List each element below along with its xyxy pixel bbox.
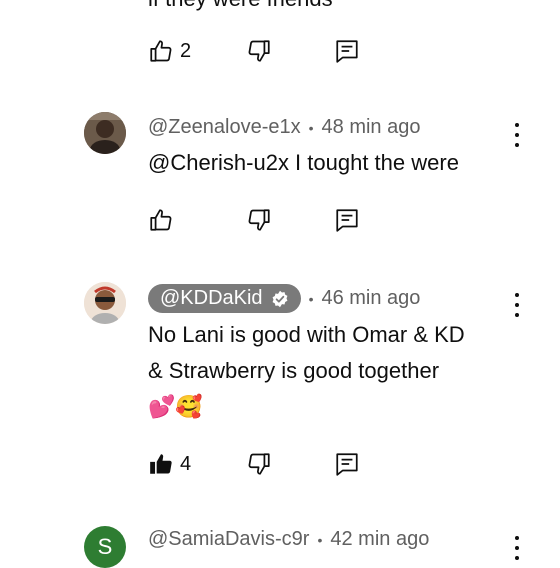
- dislike-button[interactable]: [246, 207, 272, 233]
- more-options-icon[interactable]: [513, 123, 521, 147]
- comment-emojis: 💕🥰: [148, 394, 203, 419]
- reply-icon: [336, 209, 358, 232]
- comment-meta: @SamiaDavis-c9r • 42 min ago: [148, 528, 429, 551]
- more-options-icon[interactable]: [513, 536, 521, 560]
- avatar[interactable]: S: [84, 526, 126, 568]
- comment-author[interactable]: @Zeenalove-e1x: [148, 116, 301, 139]
- reply-icon: [336, 40, 358, 63]
- comment-text: No Lani is good with Omar & KD: [148, 322, 465, 347]
- comment-time: 46 min ago: [321, 287, 421, 309]
- thumbs-up-icon: [150, 40, 172, 62]
- dislike-button[interactable]: [246, 38, 272, 64]
- verified-check-icon: [272, 290, 287, 307]
- thumbs-up-filled-icon: [150, 454, 172, 474]
- comment-text: & Strawberry is good together: [148, 358, 440, 383]
- avatar[interactable]: [84, 282, 126, 324]
- avatar-initial: S: [97, 534, 113, 559]
- more-options-icon[interactable]: [513, 293, 521, 317]
- creator-badge[interactable]: @KDDaKid: [148, 284, 301, 313]
- reply-button[interactable]: [334, 451, 360, 477]
- like-button-active[interactable]: 4: [148, 451, 191, 477]
- meta-separator: •: [308, 290, 314, 307]
- comment-time: 48 min ago: [321, 116, 421, 138]
- comment-meta: @KDDaKid • 46 min ago: [148, 284, 420, 313]
- like-button[interactable]: 2: [148, 38, 191, 64]
- reply-icon: [336, 453, 358, 476]
- comment-author[interactable]: @SamiaDavis-c9r: [148, 528, 309, 551]
- thumbs-up-icon: [150, 209, 172, 231]
- thumbs-down-icon: [248, 209, 270, 231]
- reply-button[interactable]: [334, 207, 360, 233]
- comment-author: @KDDaKid: [160, 287, 263, 309]
- avatar-photo-icon: [84, 112, 126, 154]
- avatar[interactable]: [84, 112, 126, 154]
- comment-meta: @Zeenalove-e1x • 48 min ago: [148, 116, 420, 139]
- dislike-button[interactable]: [246, 451, 272, 477]
- meta-separator: •: [308, 119, 314, 136]
- thumbs-down-icon: [248, 40, 270, 62]
- like-count: 2: [180, 39, 192, 62]
- comment-text: @Cherish-u2x I tought the were: [148, 150, 459, 175]
- avatar-photo-icon: [84, 282, 126, 324]
- like-count: 4: [180, 452, 192, 475]
- comment-time: 42 min ago: [330, 528, 430, 550]
- previous-comment-text: if they were friends: [148, 0, 333, 12]
- meta-separator: •: [317, 531, 323, 548]
- like-button[interactable]: [148, 207, 174, 233]
- thumbs-down-icon: [248, 453, 270, 475]
- reply-button[interactable]: [334, 38, 360, 64]
